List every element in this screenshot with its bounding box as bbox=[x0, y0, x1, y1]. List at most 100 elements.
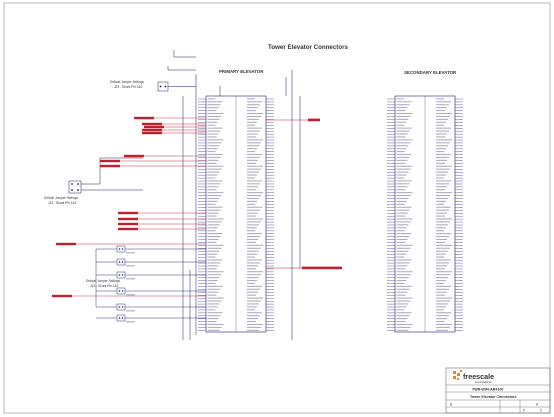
pin-glyph bbox=[207, 288, 221, 290]
pin-glyph bbox=[396, 279, 407, 282]
pin-glyph bbox=[247, 282, 255, 284]
pin-glyph bbox=[436, 200, 446, 202]
pin-glyph bbox=[207, 101, 223, 103]
pin-glyph bbox=[247, 288, 260, 290]
jumper-note-2-line1: Default Jumper Settings bbox=[44, 196, 78, 200]
pin-glyph bbox=[247, 159, 258, 161]
pin-glyph bbox=[436, 291, 447, 293]
pin-glyph bbox=[247, 171, 259, 173]
pin-glyph bbox=[247, 285, 262, 287]
pin-glyph bbox=[436, 300, 450, 302]
pin-glyph bbox=[396, 320, 406, 323]
net-label-marker bbox=[52, 294, 72, 298]
pin-glyph bbox=[396, 200, 407, 202]
pin-glyph bbox=[396, 218, 413, 220]
pin-glyph bbox=[247, 256, 255, 258]
pin-glyph bbox=[247, 250, 259, 252]
pin-glyph bbox=[247, 329, 259, 331]
pin-glyph bbox=[396, 277, 409, 279]
pin-glyph bbox=[436, 250, 448, 252]
pin-glyph bbox=[396, 271, 413, 273]
pin-glyph bbox=[247, 230, 255, 232]
pin-glyph bbox=[436, 153, 451, 156]
pin-glyph bbox=[207, 200, 218, 202]
pin-glyph bbox=[207, 142, 222, 144]
pin-glyph bbox=[436, 171, 448, 173]
pin-glyph bbox=[247, 203, 255, 205]
jumper-header bbox=[116, 314, 126, 322]
pin-glyph bbox=[436, 127, 451, 129]
pin-glyph bbox=[396, 203, 405, 205]
pin-glyph bbox=[436, 148, 446, 150]
pin-glyph bbox=[396, 189, 406, 191]
pin-glyph bbox=[396, 221, 411, 223]
pin-glyph bbox=[436, 206, 451, 208]
jumper-pin bbox=[118, 306, 121, 308]
schematic-sheet: Tower Elevator Connectors PRIMARY ELEVAT… bbox=[3, 2, 551, 414]
pin-glyph bbox=[247, 320, 256, 323]
pin-glyph bbox=[396, 153, 412, 156]
pin-glyph bbox=[247, 98, 255, 100]
net-label-marker bbox=[100, 159, 120, 163]
pin-glyph bbox=[396, 148, 407, 150]
pin-glyph bbox=[436, 212, 447, 214]
pin-glyph bbox=[396, 300, 411, 302]
pin-glyph bbox=[207, 192, 224, 194]
net-label-marker bbox=[142, 122, 162, 126]
pin-glyph bbox=[207, 162, 217, 164]
pin-glyph bbox=[207, 218, 224, 220]
pin-glyph bbox=[207, 256, 216, 258]
net-label-marker bbox=[100, 164, 120, 168]
pin-glyph bbox=[247, 174, 257, 176]
pin-glyph bbox=[396, 238, 408, 241]
pin-glyph bbox=[436, 262, 449, 264]
pin-glyph bbox=[247, 151, 255, 153]
pin-glyph bbox=[207, 227, 218, 229]
pin-glyph bbox=[247, 233, 262, 235]
pin-glyph bbox=[436, 329, 448, 331]
pin-glyph bbox=[207, 186, 219, 188]
pin-glyph bbox=[396, 253, 407, 255]
pin-glyph bbox=[436, 168, 450, 170]
pin-glyph bbox=[247, 306, 257, 308]
pin-glyph bbox=[436, 265, 447, 267]
pin-glyph bbox=[207, 165, 224, 167]
pin-glyph bbox=[207, 233, 223, 235]
pin-glyph bbox=[396, 177, 405, 179]
jumper-pin bbox=[121, 290, 124, 292]
pin-glyph bbox=[436, 306, 446, 308]
pin-glyph bbox=[247, 104, 260, 106]
pin-glyph bbox=[396, 121, 407, 123]
pin-glyph bbox=[436, 247, 450, 249]
jumper-pin bbox=[121, 248, 124, 250]
pin-glyph bbox=[396, 303, 409, 305]
jumper-pin bbox=[121, 317, 124, 319]
net-label-marker bbox=[118, 217, 138, 221]
pin-glyph bbox=[436, 297, 452, 299]
pin-glyph bbox=[247, 326, 261, 328]
pin-glyph bbox=[207, 118, 220, 120]
pin-glyph bbox=[396, 192, 413, 194]
pin-glyph bbox=[207, 320, 217, 323]
sheet-rev: A bbox=[536, 403, 539, 407]
pin-glyph bbox=[207, 300, 222, 302]
pin-glyph bbox=[247, 318, 258, 320]
pin-glyph bbox=[247, 236, 260, 238]
pin-glyph bbox=[436, 142, 450, 144]
page-title: Tower Elevator Connectors bbox=[470, 395, 516, 399]
pin-glyph bbox=[207, 230, 216, 232]
pin-glyph bbox=[207, 212, 219, 214]
pin-glyph bbox=[436, 189, 445, 191]
pin-glyph bbox=[207, 110, 217, 112]
jumper-ref bbox=[126, 294, 135, 296]
sheet-border bbox=[3, 2, 551, 414]
jumper-ref bbox=[126, 252, 135, 254]
pin-glyph bbox=[207, 294, 217, 296]
pin-glyph bbox=[436, 253, 446, 255]
jumper-note-3-line1: Default Jumper Settings bbox=[86, 279, 120, 283]
pin-glyph bbox=[396, 265, 408, 267]
pin-glyph bbox=[396, 247, 411, 249]
pin-glyph bbox=[396, 318, 408, 320]
pin-glyph bbox=[436, 244, 452, 246]
pin-glyph bbox=[247, 224, 259, 226]
